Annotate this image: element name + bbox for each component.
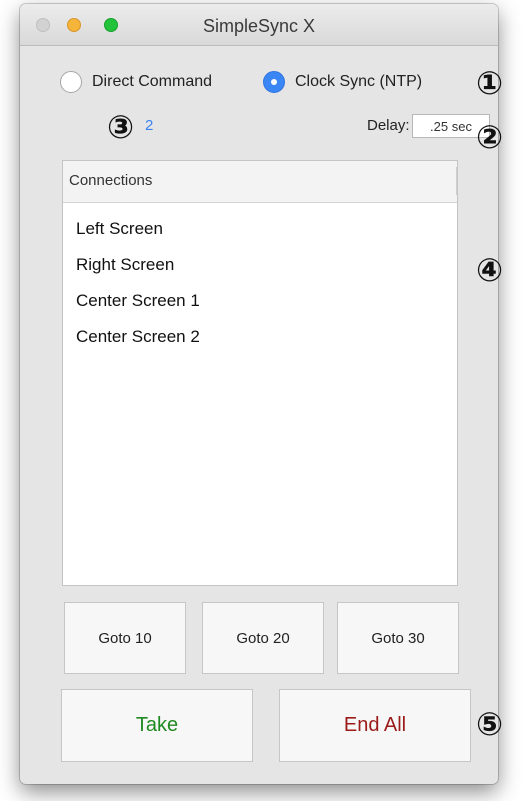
take-button[interactable]: Take	[61, 689, 253, 762]
goto-20-button[interactable]: Goto 20	[202, 602, 324, 674]
radio-clock-sync[interactable]: Clock Sync (NTP)	[263, 70, 422, 94]
radio-direct-command-indicator[interactable]	[60, 71, 82, 93]
window-title: SimpleSync X	[202, 16, 316, 36]
goto-30-button[interactable]: Goto 30	[337, 602, 459, 674]
radio-direct-command-label[interactable]: Direct Command	[92, 73, 212, 91]
callout-2: ②	[476, 118, 504, 156]
connection-count: 2	[145, 117, 154, 134]
connections-column-header[interactable]: Connections	[63, 161, 457, 203]
callout-1: ①	[476, 64, 504, 102]
radio-direct-command[interactable]: Direct Command	[60, 70, 212, 94]
connections-list[interactable]: Connections Left Screen Right Screen Cen…	[62, 160, 458, 586]
radio-clock-sync-label[interactable]: Clock Sync (NTP)	[295, 73, 422, 91]
delay-label: Delay:	[367, 117, 410, 134]
connections-items: Left Screen Right Screen Center Screen 1…	[63, 203, 457, 355]
callout-3: ③	[107, 108, 135, 146]
goto-10-button[interactable]: Goto 10	[64, 602, 186, 674]
list-item[interactable]: Left Screen	[63, 211, 457, 247]
list-item[interactable]: Right Screen	[63, 247, 457, 283]
end-all-button[interactable]: End All	[279, 689, 471, 762]
callout-5: ⑤	[476, 705, 504, 743]
list-item[interactable]: Center Screen 1	[63, 283, 457, 319]
list-item[interactable]: Center Screen 2	[63, 319, 457, 355]
title-bar: SimpleSync X	[20, 4, 498, 46]
callout-4: ④	[476, 251, 504, 289]
radio-clock-sync-indicator[interactable]	[263, 71, 285, 93]
